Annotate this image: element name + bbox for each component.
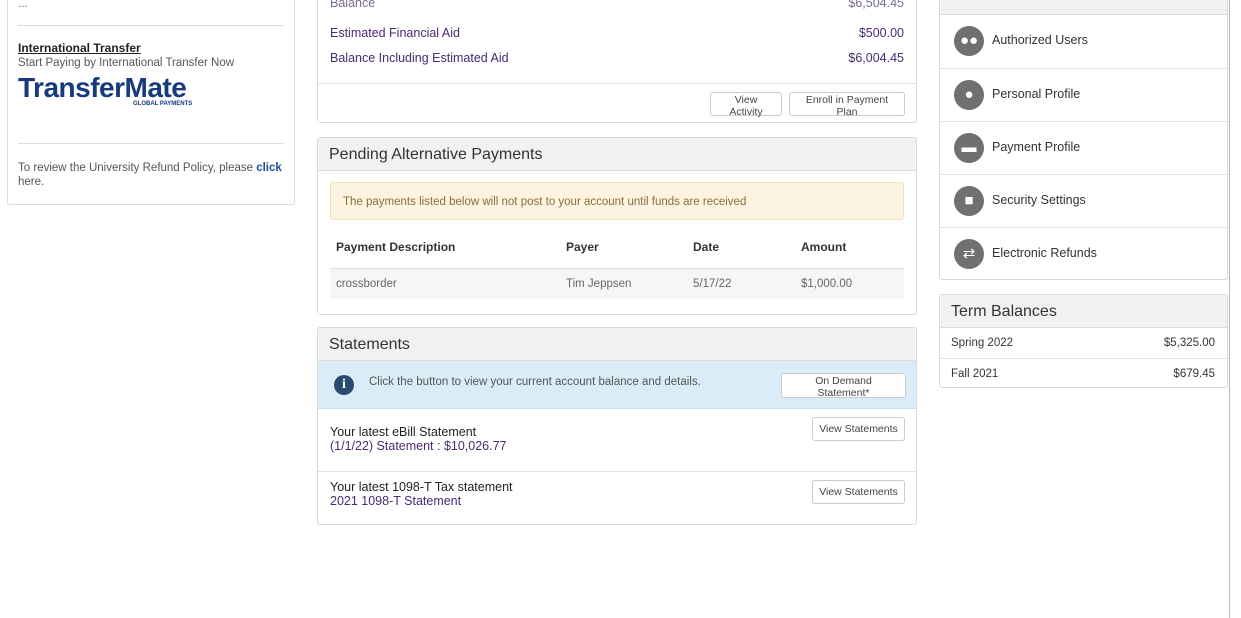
balance-with-aid-amount: $6,004.45: [848, 51, 904, 65]
refund-policy-tail: here.: [18, 176, 45, 188]
transfermate-logo-tagline: GLOBAL PAYMENTS: [133, 101, 193, 107]
menu-item-personal-profile[interactable]: ● Personal Profile: [940, 68, 1227, 122]
payer-cell: Tim Jeppsen: [566, 278, 632, 290]
statements-info-text: Click the button to view your current ac…: [369, 376, 701, 388]
term-row: Fall 2021 $679.45: [940, 358, 1227, 389]
term-balances-panel: Term Balances Spring 2022 $5,325.00 Fall…: [939, 294, 1228, 388]
term-name: Spring 2022: [951, 337, 1014, 349]
ebill-statement-detail: (1/1/22) Statement : $10,026.77: [330, 439, 507, 453]
pending-payments-panel: Pending Alternative Payments The payment…: [317, 137, 917, 315]
international-transfer-link[interactable]: International Transfer: [18, 41, 141, 55]
pending-payments-alert: The payments listed below will not post …: [330, 182, 904, 220]
term-name: Fall 2021: [951, 368, 999, 380]
refund-policy-lead: To review the University Refund Policy, …: [18, 162, 257, 174]
payment-options-panel: ... International Transfer Start Paying …: [7, 0, 295, 205]
account-summary-panel: Balance $6,504.45 Estimated Financial Ai…: [317, 0, 917, 123]
estimated-aid-amount: $500.00: [858, 26, 904, 40]
term-amount: $679.45: [1173, 368, 1215, 380]
menu-item-payment-profile[interactable]: ▬ Payment Profile: [940, 121, 1227, 175]
divider: [18, 143, 284, 144]
menu-item-label: Authorized Users: [992, 33, 1088, 47]
scrollbar-track[interactable]: [1229, 0, 1230, 618]
menu-item-label: Payment Profile: [992, 140, 1081, 154]
balance-with-aid-row: Balance Including Estimated Aid $6,004.4…: [330, 51, 904, 65]
menu-item-label: Electronic Refunds: [992, 246, 1097, 260]
cut-off-text: ...: [18, 0, 29, 10]
menu-item-label: Personal Profile: [992, 87, 1081, 101]
amount-cell: $1,000.00: [801, 278, 853, 290]
tax-statement-title: Your latest 1098-T Tax statement: [330, 480, 513, 494]
info-icon: i: [334, 375, 354, 395]
term-row: Spring 2022 $5,325.00: [940, 328, 1227, 358]
users-icon: ●●: [954, 26, 984, 56]
column-header: Amount: [801, 240, 847, 254]
pending-payments-title: Pending Alternative Payments: [318, 138, 916, 171]
statements-title: Statements: [318, 328, 916, 361]
enroll-payment-plan-button[interactable]: Enroll in Payment Plan: [789, 92, 905, 118]
tax-statement-detail: 2021 1098-T Statement: [330, 494, 462, 508]
lock-icon: ■: [954, 186, 984, 216]
date-cell: 5/17/22: [693, 278, 732, 290]
refund-policy-link[interactable]: click: [256, 162, 282, 174]
statements-panel: Statements i Click the button to view yo…: [317, 327, 917, 525]
term-amount: $5,325.00: [1163, 337, 1215, 349]
account-menu: ●● Authorized Users ● Personal Profile ▬…: [939, 0, 1228, 280]
refund-policy-text: To review the University Refund Policy, …: [18, 161, 283, 189]
payment-description-cell: crossborder: [336, 278, 397, 290]
view-tax-statements-button[interactable]: View Statements: [812, 480, 905, 504]
transfermate-logo-text: TransferMate: [18, 72, 187, 103]
divider: [18, 25, 284, 26]
menu-header: [940, 0, 1227, 15]
ebill-statement-row: Your latest eBill Statement (1/1/22) Sta…: [318, 410, 916, 471]
estimated-aid-row: Estimated Financial Aid $500.00: [330, 26, 904, 40]
view-ebill-statements-button[interactable]: View Statements: [812, 417, 905, 441]
international-transfer-subtitle: Start Paying by International Transfer N…: [18, 57, 235, 69]
term-balances-title: Term Balances: [940, 295, 1227, 328]
summary-actions: View Activity Enroll in Payment Plan: [318, 83, 916, 118]
menu-item-electronic-refunds[interactable]: ⇄ Electronic Refunds: [940, 227, 1227, 281]
transfermate-logo[interactable]: TransferMate GLOBAL PAYMENTS: [18, 72, 192, 108]
balance-amount: $6,504.45: [848, 0, 904, 10]
on-demand-statement-button[interactable]: On Demand Statement*: [781, 373, 906, 399]
balance-with-aid-label: Balance Including Estimated Aid: [330, 51, 509, 65]
statements-info-alert: i Click the button to view your current …: [318, 361, 916, 409]
table-row: crossborder Tim Jeppsen 5/17/22 $1,000.0…: [330, 269, 904, 299]
column-header: Date: [693, 240, 720, 254]
column-header: Payment Description: [336, 240, 456, 254]
column-header: Payer: [566, 240, 599, 254]
credit-card-icon: ▬: [954, 133, 984, 163]
menu-item-authorized-users[interactable]: ●● Authorized Users: [940, 15, 1227, 68]
balance-row: Balance $6,504.45: [330, 0, 904, 10]
menu-item-label: Security Settings: [992, 193, 1086, 207]
balance-label: Balance: [330, 0, 376, 10]
tax-statement-row: Your latest 1098-T Tax statement 2021 10…: [318, 471, 916, 525]
menu-item-security-settings[interactable]: ■ Security Settings: [940, 174, 1227, 228]
estimated-aid-label: Estimated Financial Aid: [330, 26, 460, 40]
user-icon: ●: [954, 80, 984, 110]
refund-icon: ⇄: [954, 239, 984, 269]
view-activity-button[interactable]: View Activity: [710, 92, 782, 118]
ebill-statement-title: Your latest eBill Statement: [330, 425, 477, 439]
